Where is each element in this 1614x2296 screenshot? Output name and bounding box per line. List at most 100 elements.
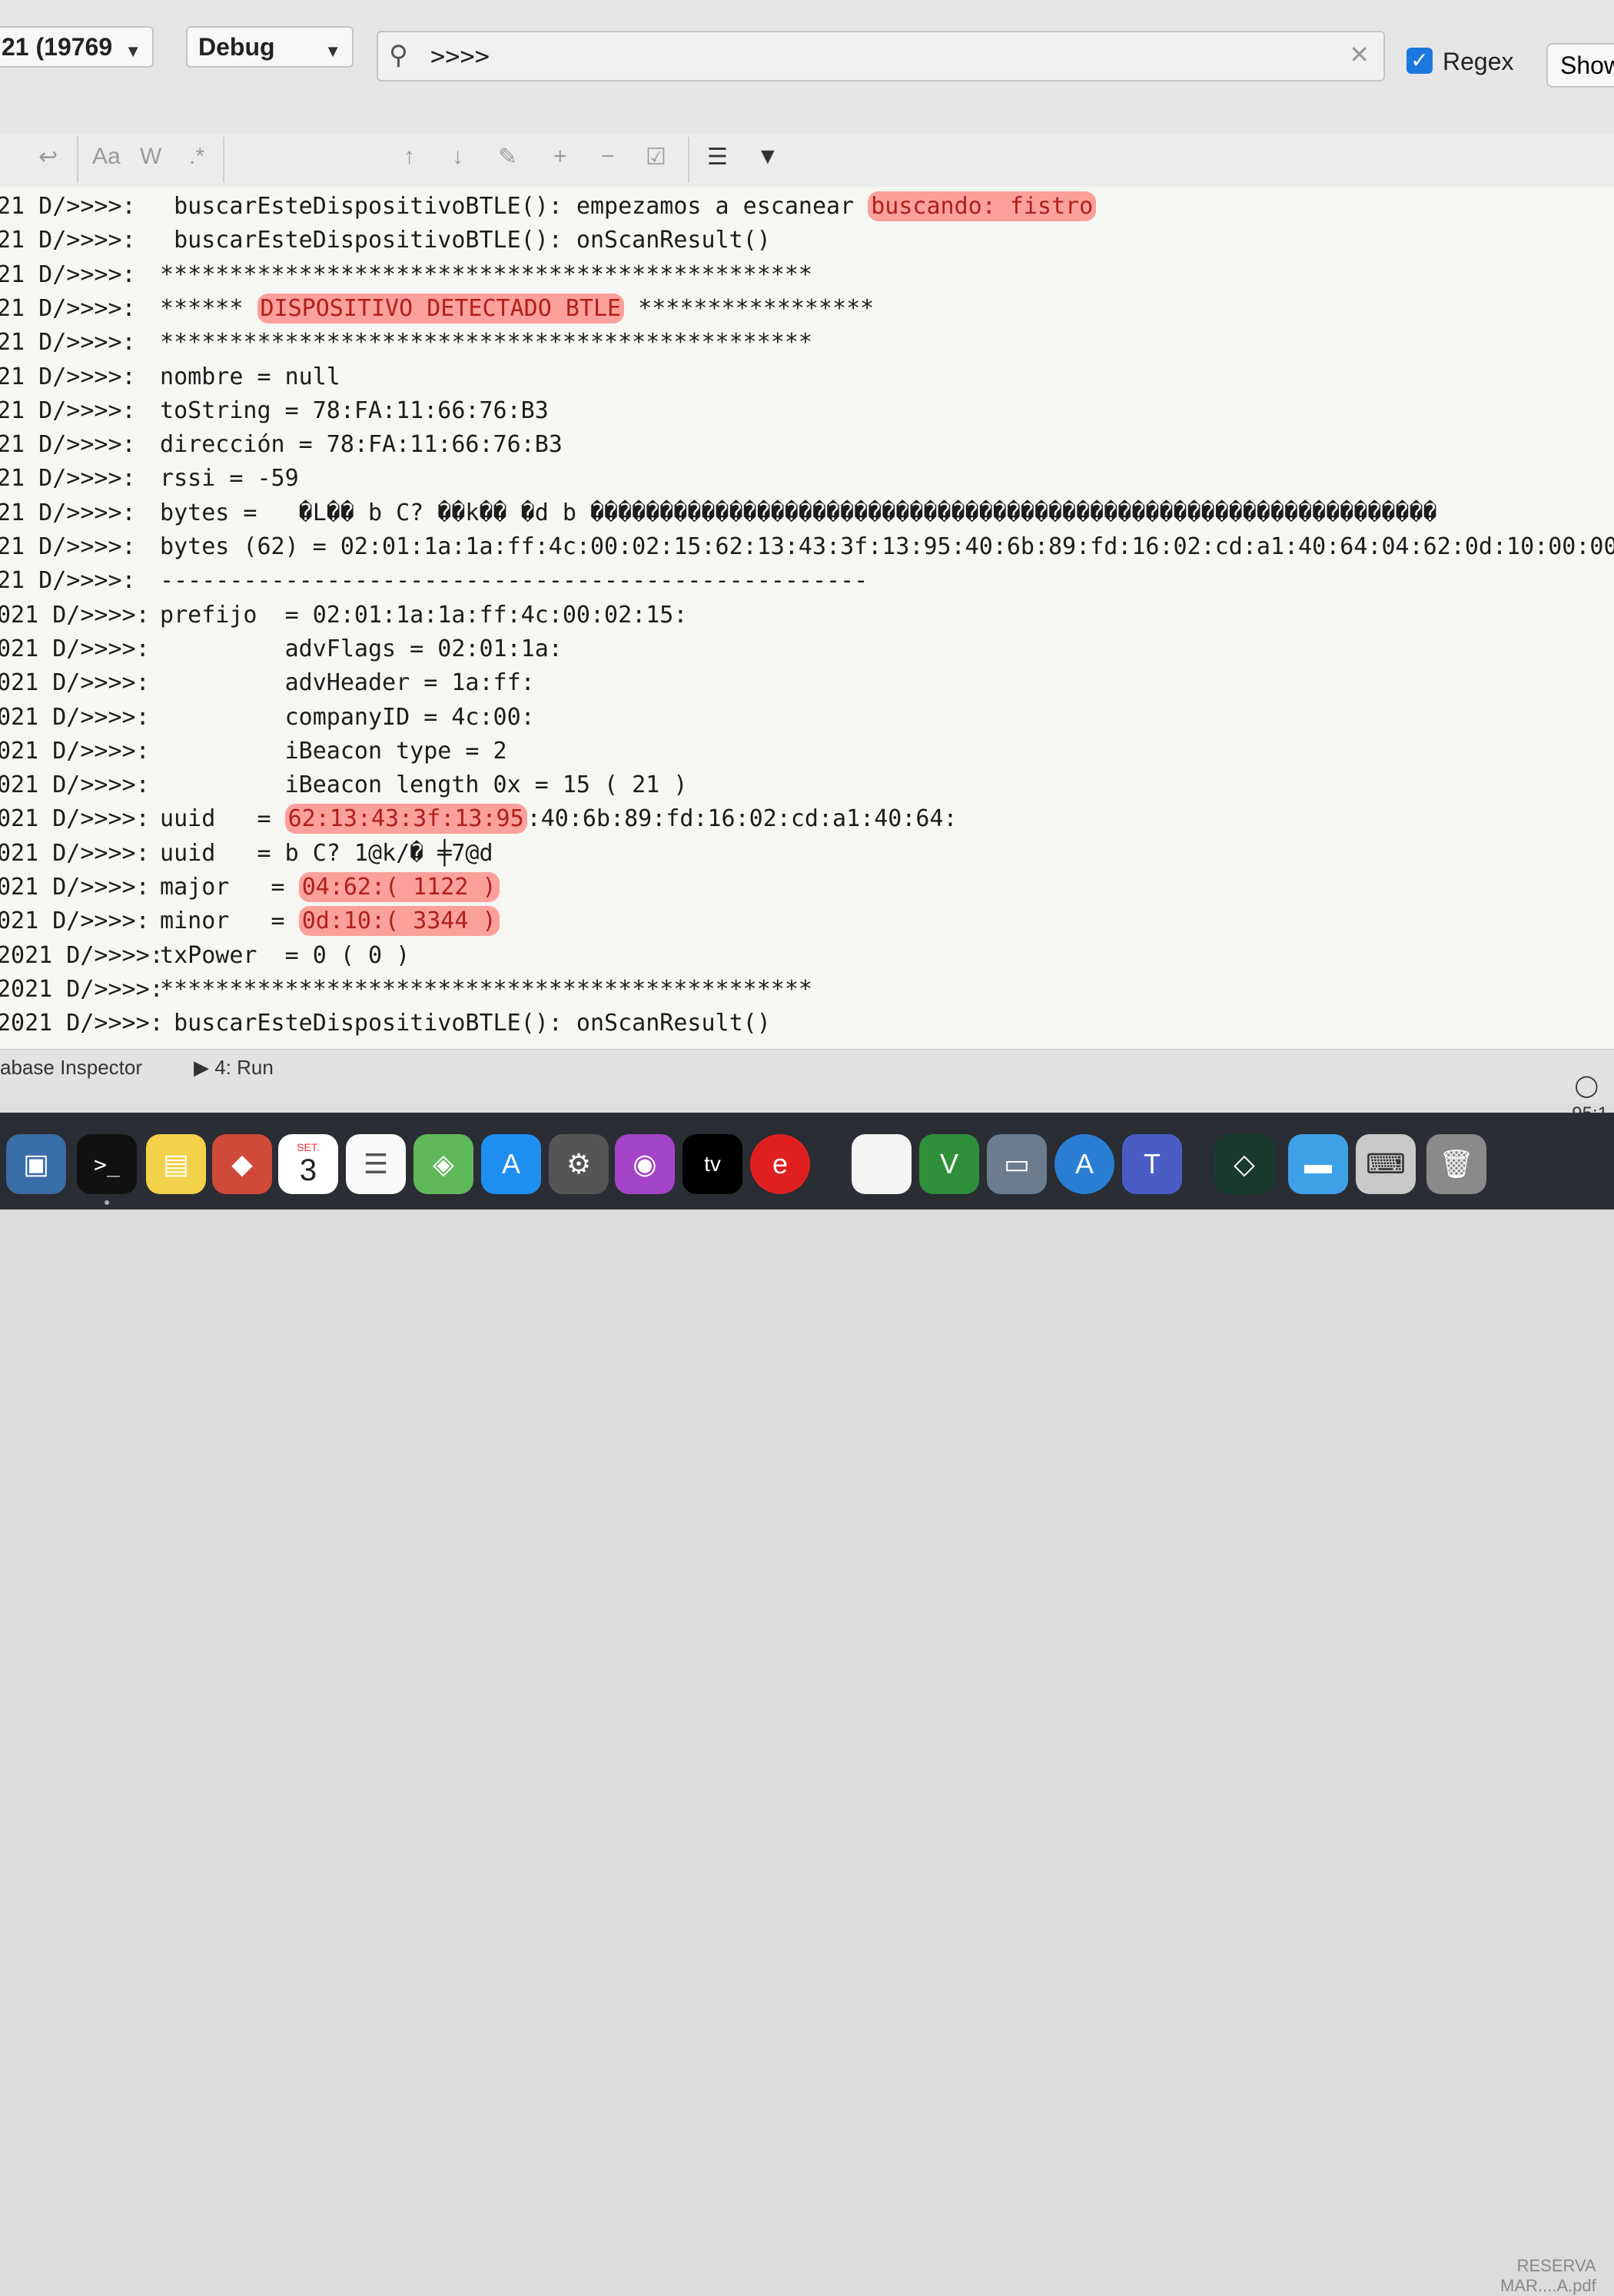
log-text: dirección = 78:FA:11:66:76:B3 xyxy=(146,431,563,459)
3d-cube-app-icon[interactable]: ▣ xyxy=(6,1134,66,1194)
maps-icon[interactable]: ◈ xyxy=(413,1134,473,1194)
log-line: 021 D/>>>>: prefijo = 02:01:1a:1a:ff:4c:… xyxy=(0,602,1614,634)
log-level-dropdown[interactable]: Debug ▼ xyxy=(186,26,354,68)
document-icon[interactable] xyxy=(852,1134,912,1194)
log-line: 021 D/>>>>: iBeacon type = 2 xyxy=(0,738,1614,770)
log-text: toString = 78:FA:11:66:76:B3 xyxy=(146,396,549,424)
show-only-selected-button[interactable]: Show xyxy=(1546,43,1614,88)
log-line-message: nombre = null xyxy=(146,363,340,390)
match-case-button[interactable]: Aa xyxy=(92,144,121,170)
keyboard-app-icon[interactable]: ⌨ xyxy=(1356,1134,1416,1194)
log-text: minor = xyxy=(146,907,299,935)
log-text: iBeacon type = 2 xyxy=(146,737,507,765)
notes-icon[interactable]: ▤ xyxy=(146,1134,206,1194)
folder-icon[interactable]: ▬ xyxy=(1288,1134,1348,1194)
arrow-up-icon[interactable]: ↑ xyxy=(404,144,415,170)
log-line-message: iBeacon type = 2 xyxy=(146,738,507,765)
regex-button[interactable]: .* xyxy=(189,144,204,170)
search-input[interactable]: ⚲ >>>> ✕ xyxy=(377,31,1385,81)
e-app-icon[interactable]: e xyxy=(750,1134,810,1194)
chevron-down-icon: ▼ xyxy=(324,41,341,61)
log-text: ****************************************… xyxy=(146,975,812,1003)
log-line: 021 D/>>>>: major = 04:62:( 1122 ) xyxy=(0,872,1614,906)
soft-wrap-icon[interactable]: ↩ xyxy=(38,144,58,171)
status-bar: abase Inspector ▶ 4: Run ◯ xyxy=(0,1049,1614,1103)
teams-icon[interactable]: T xyxy=(1122,1134,1182,1194)
log-line-message: ****************************************… xyxy=(146,261,812,288)
terminal-icon[interactable]: >_ xyxy=(77,1134,137,1194)
log-text: prefijo = 02:01:1a:1a:ff:4c:00:02:15: xyxy=(146,601,688,629)
trash-icon[interactable]: 🗑 xyxy=(1426,1134,1486,1194)
toolbar-divider xyxy=(77,137,78,183)
event-log-icon[interactable]: ◯ xyxy=(1575,1073,1599,1098)
log-line-message: buscarEsteDispositivoBTLE(): onScanResul… xyxy=(146,227,771,254)
highlighted-text: 0d:10:( 3344 ) xyxy=(298,906,500,937)
podcasts-icon[interactable]: ◉ xyxy=(615,1134,675,1194)
system-preferences-icon[interactable]: ⚙ xyxy=(549,1134,609,1194)
arrow-down-icon[interactable]: ↓ xyxy=(452,144,463,170)
log-line-prefix: 21 D/>>>>: xyxy=(0,567,136,595)
log-text: ***************** xyxy=(624,294,875,322)
screen-app-icon[interactable]: ▭ xyxy=(987,1134,1047,1194)
log-line: 21 D/>>>>: nombre = null xyxy=(0,363,1614,396)
logcat-output[interactable]: 21 D/>>>>: buscarEsteDispositivoBTLE(): … xyxy=(0,187,1614,1049)
running-indicator xyxy=(105,1200,109,1205)
log-text: nombre = null xyxy=(146,363,340,390)
log-line-message: ****************************************… xyxy=(146,976,812,1003)
log-line: 21 D/>>>>: dirección = 78:FA:11:66:76:B3 xyxy=(0,431,1614,463)
highlighted-text: buscando: fistro xyxy=(868,191,1097,221)
filter-settings-icon[interactable]: ☰ xyxy=(707,144,728,171)
log-line-message: uuid = b C? 1@k/� ╪7@d xyxy=(146,840,493,867)
tv-label: tv xyxy=(704,1152,721,1176)
add-occurrence-icon[interactable]: + xyxy=(553,144,567,170)
device-selector-value: 21 (19769 xyxy=(2,32,113,61)
log-line-prefix: 21 D/>>>>: xyxy=(0,396,136,424)
calendar-icon[interactable]: SET. 3 xyxy=(278,1134,338,1194)
log-text: bytes (62) = 02:01:1a:1a:ff:4c:00:02:15:… xyxy=(146,533,1614,560)
log-level-value: Debug xyxy=(198,32,275,61)
log-line-message: uuid = 62:13:43:3f:13:95:40:6b:89:fd:16:… xyxy=(146,804,958,834)
apple-tv-icon[interactable]: tv xyxy=(682,1134,742,1194)
log-line-message: iBeacon length 0x = 15 ( 21 ) xyxy=(146,771,688,798)
log-line-prefix: 2021 D/>>>>: xyxy=(0,941,164,969)
toolbar-divider xyxy=(688,137,689,183)
android-studio-icon[interactable]: ◇ xyxy=(1214,1134,1274,1194)
whole-words-button[interactable]: W xyxy=(140,144,161,170)
log-text: uuid = xyxy=(146,805,285,833)
log-text: ****************************************… xyxy=(146,260,812,288)
highlighted-text: 04:62:( 1122 ) xyxy=(298,872,500,902)
filter-icon[interactable]: ▼ xyxy=(756,144,779,170)
virtualbox-icon[interactable]: ◆ xyxy=(212,1134,272,1194)
xcode-icon[interactable]: A xyxy=(1054,1134,1114,1194)
toolbar-divider xyxy=(223,137,224,183)
log-text: buscarEsteDispositivoBTLE(): onScanResul… xyxy=(146,227,771,254)
device-selector[interactable]: 21 (19769 ▼ xyxy=(0,26,154,68)
run-tab[interactable]: ▶ 4: Run xyxy=(194,1056,274,1080)
log-line: 021 D/>>>>: companyID = 4c:00: xyxy=(0,704,1614,736)
log-line: 21 D/>>>>: *****************************… xyxy=(0,329,1614,361)
log-line: 021 D/>>>>: uuid = 62:13:43:3f:13:95:40:… xyxy=(0,804,1614,838)
pdf-file-label[interactable]: RESERVA MAR....A.pdf xyxy=(1500,2256,1596,2296)
regex-checkbox[interactable]: ✓ xyxy=(1406,48,1433,74)
log-line-prefix: 21 D/>>>>: xyxy=(0,499,136,526)
reminders-icon[interactable]: ☰ xyxy=(346,1134,406,1194)
remove-occurrence-icon[interactable]: − xyxy=(601,144,615,170)
log-line: 21 D/>>>>: ****** DISPOSITIVO DETECTADO … xyxy=(0,293,1614,327)
log-line: 2021 D/>>>>: buscarEsteDispositivoBTLE()… xyxy=(0,1010,1614,1042)
log-line-message: buscarEsteDispositivoBTLE(): empezamos a… xyxy=(146,191,1097,221)
app-store-icon[interactable]: A xyxy=(481,1134,541,1194)
log-text: buscarEsteDispositivoBTLE(): empezamos a… xyxy=(146,193,868,220)
pin-icon[interactable]: ✎ xyxy=(498,144,517,171)
log-text: ----------------------------------------… xyxy=(146,567,868,595)
select-all-occurrences-icon[interactable]: ☑ xyxy=(646,144,666,171)
log-line-message: advHeader = 1a:ff: xyxy=(146,669,535,696)
log-search-toolbar: ↩ Aa W .* ↑ ↓ ✎ + − ☑ ☰ ▼ xyxy=(0,134,1614,187)
log-line-message: toString = 78:FA:11:66:76:B3 xyxy=(146,397,549,424)
clear-icon[interactable]: ✕ xyxy=(1349,40,1370,69)
log-text: :40:6b:89:fd:16:02:cd:a1:40:64: xyxy=(526,805,958,833)
log-text: advHeader = 1a:ff: xyxy=(146,669,535,697)
v-app-icon[interactable]: V xyxy=(919,1134,979,1194)
log-line: 021 D/>>>>: iBeacon length 0x = 15 ( 21 … xyxy=(0,771,1614,804)
log-line-message: buscarEsteDispositivoBTLE(): onScanResul… xyxy=(146,1010,771,1037)
database-inspector-tab[interactable]: abase Inspector xyxy=(0,1056,142,1080)
